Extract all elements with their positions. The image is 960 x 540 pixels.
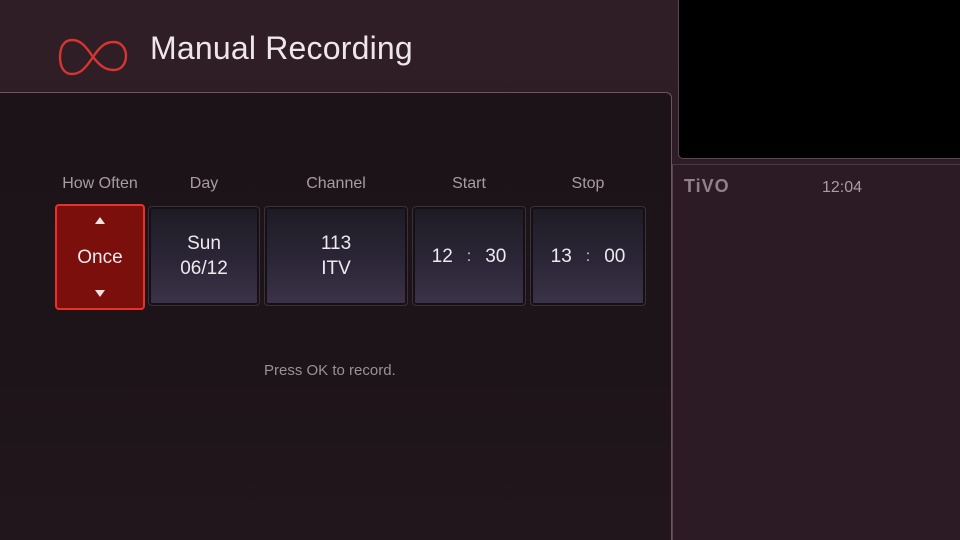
how-often-selector[interactable]: Once xyxy=(55,204,145,310)
page-title: Manual Recording xyxy=(150,30,413,66)
arrow-down-icon[interactable] xyxy=(95,290,105,297)
column-header-day: Day xyxy=(189,175,219,192)
day-selector[interactable]: Sun 06/12 xyxy=(148,206,260,306)
stop-separator: : xyxy=(585,247,591,265)
infinity-logo-icon xyxy=(58,38,128,76)
stop-time-selector[interactable]: 13 : 00 xyxy=(530,206,646,306)
channel-selector[interactable]: 113 ITV xyxy=(264,206,408,306)
start-time-selector[interactable]: 12 : 30 xyxy=(412,206,526,306)
column-header-stop: Stop xyxy=(571,175,605,192)
day-name: Sun xyxy=(187,233,221,254)
tivo-logo: TiVO xyxy=(684,176,730,196)
how-often-value: Once xyxy=(77,246,123,268)
stop-minute: 00 xyxy=(604,245,626,267)
column-header-channel: Channel xyxy=(306,175,366,192)
day-date: 06/12 xyxy=(180,258,228,279)
start-hour: 12 xyxy=(431,245,453,267)
start-minute: 30 xyxy=(485,245,507,267)
channel-number: 113 xyxy=(320,233,352,254)
manual-recording-screen: Manual Recording How Often Day Channel S… xyxy=(0,0,960,540)
column-header-how-often: How Often xyxy=(62,175,138,192)
column-header-start: Start xyxy=(452,175,486,192)
start-separator: : xyxy=(466,247,472,265)
arrow-up-icon[interactable] xyxy=(95,217,105,224)
record-hint: Press OK to record. xyxy=(264,362,396,379)
video-preview xyxy=(678,0,960,159)
clock: 12:04 xyxy=(822,179,863,196)
main-panel xyxy=(0,92,672,540)
side-panel xyxy=(672,164,960,540)
header: Manual Recording xyxy=(0,0,672,92)
stop-hour: 13 xyxy=(550,245,572,267)
channel-name: ITV xyxy=(321,258,351,279)
